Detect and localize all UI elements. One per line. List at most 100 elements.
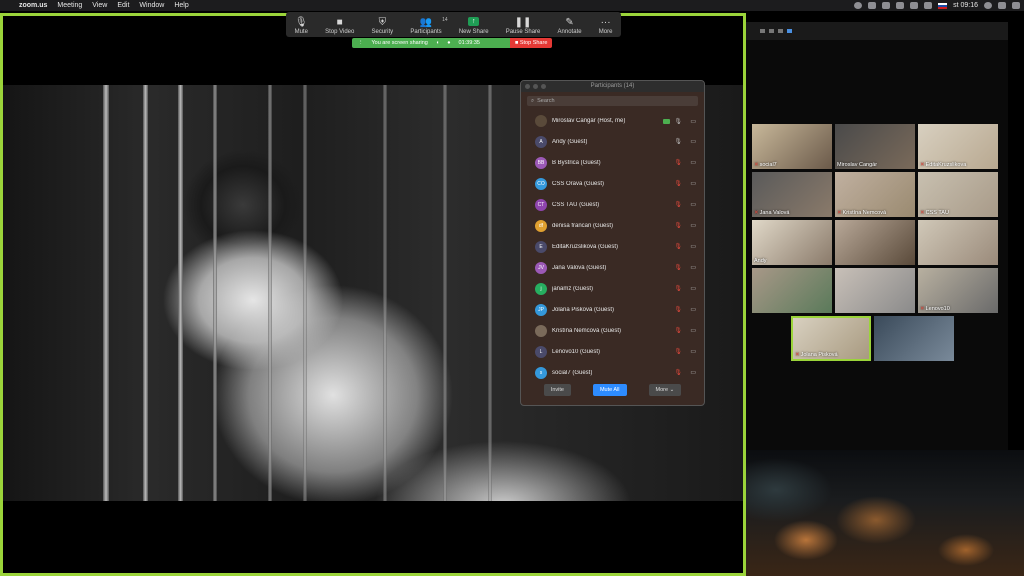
mute-button[interactable]: 🎙 Mute [295, 17, 308, 35]
battery-icon[interactable] [924, 2, 933, 9]
microphone-muted-icon: ✕ [837, 210, 842, 216]
zoom-window-icon[interactable] [541, 84, 546, 89]
participant-row[interactable]: Kristína Nemcová (Guest) 🎙 ▭ [521, 320, 704, 341]
stop-video-button[interactable]: ■ Stop Video [325, 17, 354, 35]
video-tile[interactable] [752, 268, 832, 313]
video-tile[interactable]: ✕CSS TAU [918, 172, 998, 217]
video-camera-icon[interactable]: ▭ [690, 306, 696, 313]
participants-button[interactable]: 👥 14 Participants [410, 17, 447, 35]
app-status-icon[interactable] [868, 2, 877, 9]
stop-video-label: Stop Video [325, 29, 355, 35]
participant-search-input[interactable]: ⌕ Search [527, 96, 698, 106]
panel-footer: Invite Mute All More ⌄ [521, 375, 704, 405]
desktop-wallpaper [746, 450, 1024, 576]
spotlight-icon[interactable] [998, 2, 1006, 9]
menu-app-name[interactable]: zoom.us [14, 2, 52, 9]
video-tile[interactable]: ✕EditaKruzslikova [918, 124, 998, 169]
menu-help[interactable]: Help [169, 2, 193, 9]
annotate-button[interactable]: ✎ Annotate [558, 17, 582, 35]
video-tile[interactable]: Andy [752, 220, 832, 265]
panel-titlebar[interactable]: Participants (14) [521, 81, 704, 92]
wifi-icon[interactable] [910, 2, 919, 9]
mute-all-button[interactable]: Mute All [592, 384, 627, 396]
video-tile[interactable]: ✕Kristína Nemcová [835, 172, 915, 217]
microphone-muted-icon[interactable]: 🎙 [674, 180, 682, 187]
video-camera-icon: ■ [336, 17, 343, 28]
view-option-icon[interactable] [769, 29, 774, 33]
microphone-icon[interactable]: 🎙 [674, 138, 682, 145]
menu-clock[interactable]: st 09:16 [953, 2, 978, 9]
security-button[interactable]: ⛨ Security [371, 17, 393, 35]
participant-row[interactable]: L Lenovo10 (Guest) 🎙 ▭ [521, 341, 704, 362]
volume-icon[interactable] [896, 2, 905, 9]
video-camera-icon[interactable]: ▭ [690, 327, 696, 334]
participant-row[interactable]: JV Jana Valová (Guest) 🎙 ▭ [521, 257, 704, 278]
participant-row[interactable]: CO CSS Orava (Guest) 🎙 ▭ [521, 173, 704, 194]
gallery-grid-icon[interactable] [787, 29, 792, 33]
participant-row[interactable]: Miroslav Cangár (Host, me) 🎙 ▭ [521, 111, 704, 131]
video-camera-icon[interactable]: ▭ [690, 118, 696, 125]
more-label: More [598, 29, 613, 35]
video-tile[interactable] [874, 316, 954, 361]
participant-row[interactable]: BB B Bystrica (Guest) 🎙 ▭ [521, 152, 704, 173]
video-tile[interactable] [918, 220, 998, 265]
more-button[interactable]: ··· More [599, 17, 613, 35]
video-camera-icon[interactable]: ▭ [690, 159, 696, 166]
video-camera-icon[interactable]: ▭ [690, 180, 696, 187]
video-tile[interactable]: ✕social7 [752, 124, 832, 169]
video-tile[interactable]: ✕Lenovo10 [918, 268, 998, 313]
view-option-icon[interactable] [760, 29, 765, 33]
input-source-flag-icon[interactable] [938, 2, 948, 9]
microphone-muted-icon[interactable]: 🎙 [674, 243, 682, 250]
panel-more-button[interactable]: More ⌄ [648, 384, 682, 396]
pause-share-button[interactable]: ❚❚ Pause Share [506, 17, 541, 35]
menu-edit[interactable]: Edit [112, 2, 134, 9]
microphone-muted-icon[interactable]: 🎙 [674, 348, 682, 355]
menu-view[interactable]: View [87, 2, 112, 9]
sharing-status[interactable]: ⋮ You are screen sharing ◖ ● 01:39:35 [352, 38, 510, 48]
video-camera-icon[interactable]: ▭ [690, 264, 696, 271]
tile-name-text: CSS TAU [925, 210, 949, 216]
tile-name-label: ✕Kristína Nemcová [837, 210, 886, 216]
stop-share-button[interactable]: ■ Stop Share [510, 38, 553, 48]
microphone-icon[interactable]: 🎙 [674, 118, 682, 125]
participant-row[interactable]: j janamz (Guest) 🎙 ▭ [521, 278, 704, 299]
microphone-muted-icon[interactable]: 🎙 [674, 159, 682, 166]
participant-row[interactable]: E EditaKruzslikova (Guest) 🎙 ▭ [521, 236, 704, 257]
participant-row[interactable]: JP Jolana Pisková (Guest) 🎙 ▭ [521, 299, 704, 320]
minimize-icon[interactable] [533, 84, 538, 89]
video-tile[interactable] [835, 268, 915, 313]
video-tile[interactable]: ✕Jolana Pisková [791, 316, 871, 361]
invite-button[interactable]: Invite [543, 384, 571, 396]
participant-row[interactable]: CT CSS TAU (Guest) 🎙 ▭ [521, 194, 704, 215]
menu-window[interactable]: Window [134, 2, 169, 9]
video-tile[interactable]: Miroslav Cangár [835, 124, 915, 169]
view-option-icon[interactable] [778, 29, 783, 33]
participant-row[interactable]: df denisa francan (Guest) 🎙 ▭ [521, 215, 704, 236]
video-tile[interactable]: ✕Jana Valová [752, 172, 832, 217]
display-icon[interactable] [882, 2, 891, 9]
microphone-muted-icon[interactable]: 🎙 [674, 327, 682, 334]
video-camera-icon[interactable]: ▭ [690, 201, 696, 208]
video-camera-icon[interactable]: ▭ [690, 243, 696, 250]
video-camera-icon[interactable]: ▭ [690, 348, 696, 355]
annotate-label: Annotate [557, 29, 582, 35]
video-camera-icon[interactable]: ▭ [690, 285, 696, 292]
video-camera-icon[interactable]: ▭ [690, 222, 696, 229]
menu-meeting[interactable]: Meeting [52, 2, 87, 9]
video-camera-icon[interactable]: ▭ [690, 138, 696, 145]
participant-row[interactable]: A Andy (Guest) 🎙 ▭ [521, 131, 704, 152]
microphone-muted-icon[interactable]: 🎙 [674, 222, 682, 229]
microphone-muted-icon[interactable]: 🎙 [674, 306, 682, 313]
new-share-button[interactable]: ↑ New Share [459, 17, 489, 35]
microphone-muted-icon[interactable]: 🎙 [674, 264, 682, 271]
skype-icon[interactable] [854, 2, 863, 9]
microphone-muted-icon[interactable]: 🎙 [674, 201, 682, 208]
video-tile[interactable] [835, 220, 915, 265]
search-placeholder: Search [537, 98, 555, 104]
status-area: st 09:16 [854, 0, 1020, 11]
notification-center-icon[interactable] [1012, 2, 1020, 9]
close-icon[interactable] [525, 84, 530, 89]
user-icon[interactable] [984, 2, 992, 9]
microphone-muted-icon[interactable]: 🎙 [674, 285, 682, 292]
